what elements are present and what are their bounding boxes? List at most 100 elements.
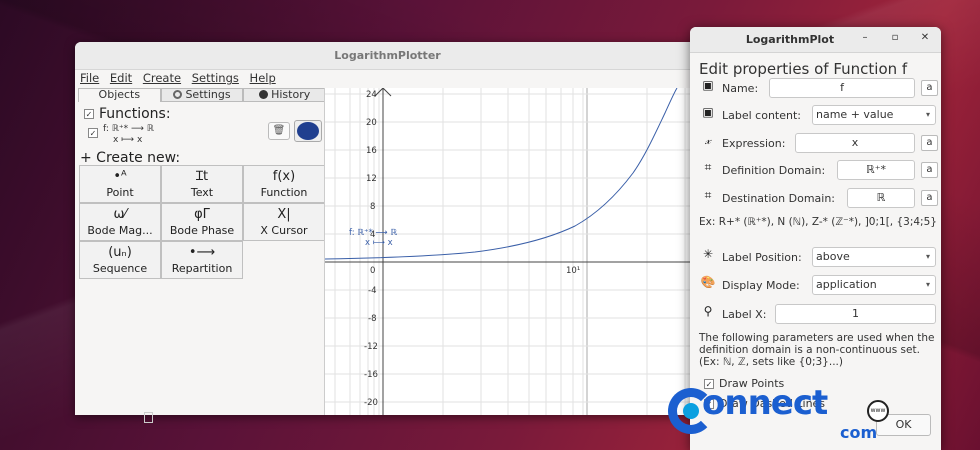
label-content-select[interactable]: name + value ▾ [812,105,936,125]
y-tick-12: 12 [366,174,377,184]
domain-examples-text: Ex: R+* (ℝ⁺*), N (ℕ), Z-* (ℤ⁻*), ]0;1[, … [699,216,937,228]
expression-field[interactable]: x [795,133,915,153]
create-x-cursor-button[interactable]: X| X Cursor [243,203,325,241]
functions-visible-checkbox[interactable]: ✓ [84,109,94,119]
expression-row: 𝓍 Expression: x a [699,133,939,155]
objects-panel: Objects Settings History ✓ Functions: ✓ f… [78,88,327,415]
menu-settings[interactable]: Settings [192,71,239,85]
function-label: f: ℝ⁺* ⟶ ℝ x ⟼ x [349,228,397,248]
minimize-icon[interactable]: – [858,32,872,43]
watermark-logo: onnect www com [668,383,898,450]
destination-domain-a-button[interactable]: a [921,190,938,206]
color-swatch [297,122,319,140]
color-picker-button[interactable] [294,120,322,142]
text-icon: Ɪt [195,169,209,184]
function-label-line1: f: ℝ⁺* ⟶ ℝ [349,228,397,238]
destination-domain-icon: ⌗ [704,188,712,202]
x-cursor-icon: X| [277,207,291,222]
functions-header: ✓ Functions: [84,106,171,122]
chevron-down-icon: ▾ [925,280,930,289]
display-mode-select[interactable]: application ▾ [812,275,936,295]
expression-a-button[interactable]: a [921,135,938,151]
tab-history[interactable]: History [243,88,327,102]
function-visible-checkbox[interactable]: ✓ [88,128,98,138]
dialog-titlebar: LogarithmPlot – ▫ ✕ [690,27,941,53]
label-content-row: ▣ Label content: name + value ▾ [699,105,939,127]
y-tick-20: 20 [366,118,377,128]
menu-create[interactable]: Create [143,71,181,85]
definition-domain-label: Definition Domain: [722,164,826,177]
create-function-button[interactable]: f(x) Function [243,165,325,203]
function-icon: f(x) [272,169,296,184]
history-icon [259,90,269,99]
create-repartition-label: Repartition [171,262,233,275]
name-a-button[interactable]: a [921,80,938,96]
label-x-label: Label X: [722,308,767,321]
function-label-line2: x ⟼ x [365,238,393,248]
y-tick-24: 24 [366,90,377,100]
function-entry-text: f: ℝ⁺* ⟶ ℝ x ⟼ x [103,124,154,146]
grid-horizontal [325,93,700,403]
menu-edit[interactable]: Edit [110,71,132,85]
sequence-icon: (uₙ) [108,245,132,260]
plot-canvas[interactable]: 24 20 16 12 8 4 0 -4 -8 -12 -16 -20 10¹ … [324,87,700,415]
label-position-value: above [816,250,850,263]
create-bode-magnitude-label: Bode Mag... [87,224,153,237]
watermark-suffix: com [840,423,878,442]
y-tick-neg16: -16 [364,370,378,380]
definition-domain-field[interactable]: ℝ⁺* [837,160,915,180]
name-row: ▣ Name: f a [699,78,939,100]
label-x-row: ⚲ Label X: 1 [699,304,939,326]
plot-svg: 24 20 16 12 8 4 0 -4 -8 -12 -16 -20 10¹ … [324,87,700,415]
tab-settings[interactable]: Settings [160,88,244,102]
tab-bar: Objects Settings History [78,88,327,102]
y-tick-neg8: -8 [368,314,376,324]
point-icon: •ᴬ [113,169,127,184]
menu-file[interactable]: File [80,71,99,85]
close-icon[interactable]: ✕ [918,32,932,43]
function-entry-mapping: x ⟼ x [113,135,143,145]
display-mode-value: application [816,278,877,291]
delete-button[interactable]: 🗑 [268,122,290,140]
create-sequence-label: Sequence [92,262,148,275]
maximize-icon[interactable]: ▫ [888,32,902,43]
y-tick-neg20: -20 [364,398,378,408]
repartition-icon: •⟶ [188,245,216,260]
create-bode-magnitude-button[interactable]: ω⁄ Bode Mag... [79,203,161,241]
x-tick-10: 10¹ [566,266,580,276]
label-position-row: ✳ Label Position: above ▾ [699,247,939,269]
label-content-label: Label content: [722,109,801,122]
text-cursor-box [144,412,153,423]
create-bode-phase-button[interactable]: φΓ Bode Phase [161,203,243,241]
function-entry: ✓ f: ℝ⁺* ⟶ ℝ x ⟼ x [88,124,154,146]
create-x-cursor-label: X Cursor [260,224,308,237]
y-tick-16: 16 [366,146,377,156]
function-entry-domain[interactable]: f: ℝ⁺* ⟶ ℝ [103,124,154,134]
label-x-field[interactable]: 1 [775,304,936,324]
bode-magnitude-icon: ω⁄ [113,207,127,222]
watermark-word: onnect [702,383,828,423]
tab-history-label: History [271,88,311,101]
label-position-icon: ✳ [702,247,714,261]
functions-header-label: Functions: [99,106,171,122]
menu-help[interactable]: Help [250,71,276,85]
create-function-label: Function [260,186,308,199]
tab-objects-label: Objects [98,88,141,101]
create-text-button[interactable]: Ɪt Text [161,165,243,203]
create-text-label: Text [190,186,214,199]
label-position-select[interactable]: above ▾ [812,247,936,267]
tab-objects[interactable]: Objects [78,88,161,102]
definition-domain-a-button[interactable]: a [921,162,938,178]
destination-domain-label: Destination Domain: [722,192,836,205]
name-field[interactable]: f [769,78,915,98]
create-sequence-button[interactable]: (uₙ) Sequence [79,241,161,279]
location-pin-icon: ⚲ [703,304,713,318]
globe-icon: www [867,400,889,422]
destination-domain-field[interactable]: ℝ [847,188,915,208]
create-point-button[interactable]: •ᴬ Point [79,165,161,203]
label-icon: ▣ [702,78,714,92]
parameters-help-text: The following parameters are used when t… [699,332,935,368]
y-tick-8: 8 [370,202,375,212]
menu-bar: File Edit Create Settings Help [75,71,700,87]
create-repartition-button[interactable]: •⟶ Repartition [161,241,243,279]
